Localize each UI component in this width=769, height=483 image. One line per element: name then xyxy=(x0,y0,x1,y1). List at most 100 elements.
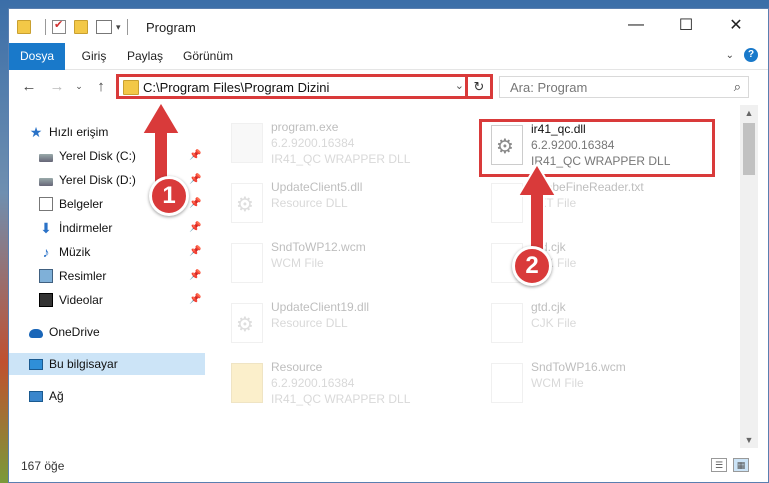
up-button[interactable]: ↑ xyxy=(91,78,111,95)
download-icon: ⬇ xyxy=(40,220,52,236)
file-list: program.exe 6.2.9200.16384 IR41_QC WRAPP… xyxy=(205,105,740,448)
file-name: gtd.cjk xyxy=(531,300,566,314)
videos-icon xyxy=(39,293,53,307)
file-name: program.exe xyxy=(271,120,339,134)
documents-icon xyxy=(39,197,53,211)
file-name: SndToWP16.wcm xyxy=(531,360,626,374)
music-icon: ♪ xyxy=(42,244,50,260)
list-item[interactable]: UpdateClient19.dll Resource DLL xyxy=(225,297,455,353)
file-icon xyxy=(491,363,523,403)
pin-icon: 📌 xyxy=(189,174,202,185)
chevron-down-icon[interactable]: ⌄ xyxy=(455,79,464,92)
customize-toolbar-icon[interactable] xyxy=(96,20,112,34)
file-description: IR41_QC WRAPPER DLL xyxy=(271,392,411,406)
pin-icon: 📌 xyxy=(189,270,202,281)
annotation-badge-1: 1 xyxy=(149,176,189,216)
sidebar-item-this-pc[interactable]: Bu bilgisayar xyxy=(9,353,225,375)
drive-icon xyxy=(39,153,53,162)
file-name: UpdateClient19.dll xyxy=(271,300,370,314)
sidebar-item-label: Müzik xyxy=(59,245,91,259)
properties-icon[interactable] xyxy=(52,18,66,34)
minimize-button[interactable]: — xyxy=(613,9,659,41)
window-title: Program xyxy=(146,20,196,35)
help-icon[interactable]: ? xyxy=(744,48,758,62)
refresh-button[interactable]: ↻ xyxy=(465,74,490,99)
sidebar-item-music[interactable]: ♪ Müzik 📌 xyxy=(9,241,235,263)
sidebar-item-local-disk-d[interactable]: Yerel Disk (D:) 📌 xyxy=(9,169,235,191)
sidebar-item-label: İndirmeler xyxy=(59,221,113,235)
close-button[interactable]: ✕ xyxy=(713,9,759,41)
divider xyxy=(126,19,128,35)
file-icon xyxy=(231,243,263,283)
large-icons-view-button[interactable]: ▦ xyxy=(733,458,749,472)
address-path: C:\Program Files\Program Dizini xyxy=(143,80,330,95)
sidebar-item-label: Videolar xyxy=(59,293,103,307)
sidebar-item-network[interactable]: Ağ xyxy=(9,385,225,407)
new-folder-icon[interactable] xyxy=(74,20,88,34)
pin-icon: 📌 xyxy=(189,150,202,161)
sidebar-item-label: Hızlı erişim xyxy=(49,125,109,139)
list-item[interactable]: Resource 6.2.9200.16384 IR41_QC WRAPPER … xyxy=(225,357,455,413)
list-item[interactable]: SndToWP12.wcm WCM File xyxy=(225,237,455,293)
sidebar-item-label: Belgeler xyxy=(59,197,104,211)
address-bar[interactable]: C:\Program Files\Program Dizini ⌄ ↻ xyxy=(116,74,493,99)
sidebar-item-quick-access[interactable]: ★ Hızlı erişim xyxy=(9,121,225,143)
status-bar: 167 öğe ☰ ▦ xyxy=(9,450,768,482)
scroll-down-button[interactable]: ▼ xyxy=(740,432,758,448)
scroll-up-button[interactable]: ▲ xyxy=(740,105,758,121)
file-version: 6.2.9200.16384 xyxy=(271,136,355,150)
sidebar-item-label: OneDrive xyxy=(49,325,100,339)
vertical-scrollbar[interactable]: ▲ ▼ xyxy=(740,105,758,448)
quick-access-toolbar: ▾ xyxy=(17,18,134,36)
tab-view[interactable]: Görünüm xyxy=(183,43,233,69)
details-view-button[interactable]: ☰ xyxy=(711,458,727,472)
sidebar-item-label: Yerel Disk (C:) xyxy=(59,149,136,163)
pin-icon: 📌 xyxy=(189,294,202,305)
sidebar-item-onedrive[interactable]: OneDrive xyxy=(9,321,225,343)
chevron-down-icon[interactable]: ▾ xyxy=(116,22,121,33)
search-icon: ⌕ xyxy=(733,79,741,94)
network-icon xyxy=(29,390,43,402)
sidebar-item-pictures[interactable]: Resimler 📌 xyxy=(9,265,235,287)
tab-share[interactable]: Paylaş xyxy=(127,43,163,69)
item-count: 167 öğe xyxy=(21,459,65,473)
pin-icon: 📌 xyxy=(189,222,202,233)
sidebar-item-downloads[interactable]: ⬇ İndirmeler 📌 xyxy=(9,217,235,239)
sidebar-item-label: Ağ xyxy=(49,389,64,403)
explorer-window: ▾ Program — ☐ ✕ Dosya Giriş Paylaş Görün… xyxy=(8,8,769,483)
sidebar-item-label: Bu bilgisayar xyxy=(49,357,118,371)
file-description: Resource DLL xyxy=(271,196,348,210)
folder-icon xyxy=(17,20,31,34)
forward-button[interactable]: → xyxy=(47,78,67,95)
dll-gear-icon xyxy=(231,183,263,223)
recent-locations-button[interactable]: ⌄ xyxy=(69,81,89,92)
file-description: IR41_QC WRAPPER DLL xyxy=(271,152,411,166)
file-description: CJK File xyxy=(531,316,577,330)
chevron-down-icon[interactable]: ⌄ xyxy=(726,50,734,61)
back-button[interactable]: ← xyxy=(19,78,39,95)
file-name: SndToWP12.wcm xyxy=(271,240,366,254)
list-item[interactable]: SndToWP16.wcm WCM File xyxy=(485,357,715,413)
file-description: WCM File xyxy=(271,256,324,270)
list-item[interactable]: UpdateClient5.dll Resource DLL xyxy=(225,177,455,233)
sidebar-item-label: Yerel Disk (D:) xyxy=(59,173,136,187)
tab-home[interactable]: Giriş xyxy=(79,43,109,69)
sidebar-item-local-disk-c[interactable]: Yerel Disk (C:) 📌 xyxy=(9,145,235,167)
folder-icon xyxy=(231,363,263,403)
address-row: ← → ⌄ ↑ C:\Program Files\Program Dizini … xyxy=(9,70,768,104)
exe-icon xyxy=(231,123,263,163)
pin-icon: 📌 xyxy=(189,198,202,209)
computer-icon xyxy=(29,358,43,370)
file-icon xyxy=(491,303,523,343)
file-description: Resource DLL xyxy=(271,316,348,330)
search-placeholder: Ara: Program xyxy=(510,80,588,95)
maximize-button[interactable]: ☐ xyxy=(663,9,709,41)
sidebar-item-documents[interactable]: Belgeler 📌 xyxy=(9,193,235,215)
star-icon: ★ xyxy=(29,124,43,140)
file-name: UpdateClient5.dll xyxy=(271,180,363,194)
search-input[interactable]: Ara: Program ⌕ xyxy=(499,76,749,98)
list-item[interactable]: program.exe 6.2.9200.16384 IR41_QC WRAPP… xyxy=(225,117,455,173)
scroll-thumb[interactable] xyxy=(743,123,755,175)
list-item[interactable]: gtd.cjk CJK File xyxy=(485,297,715,353)
sidebar-item-videos[interactable]: Videolar 📌 xyxy=(9,289,235,311)
